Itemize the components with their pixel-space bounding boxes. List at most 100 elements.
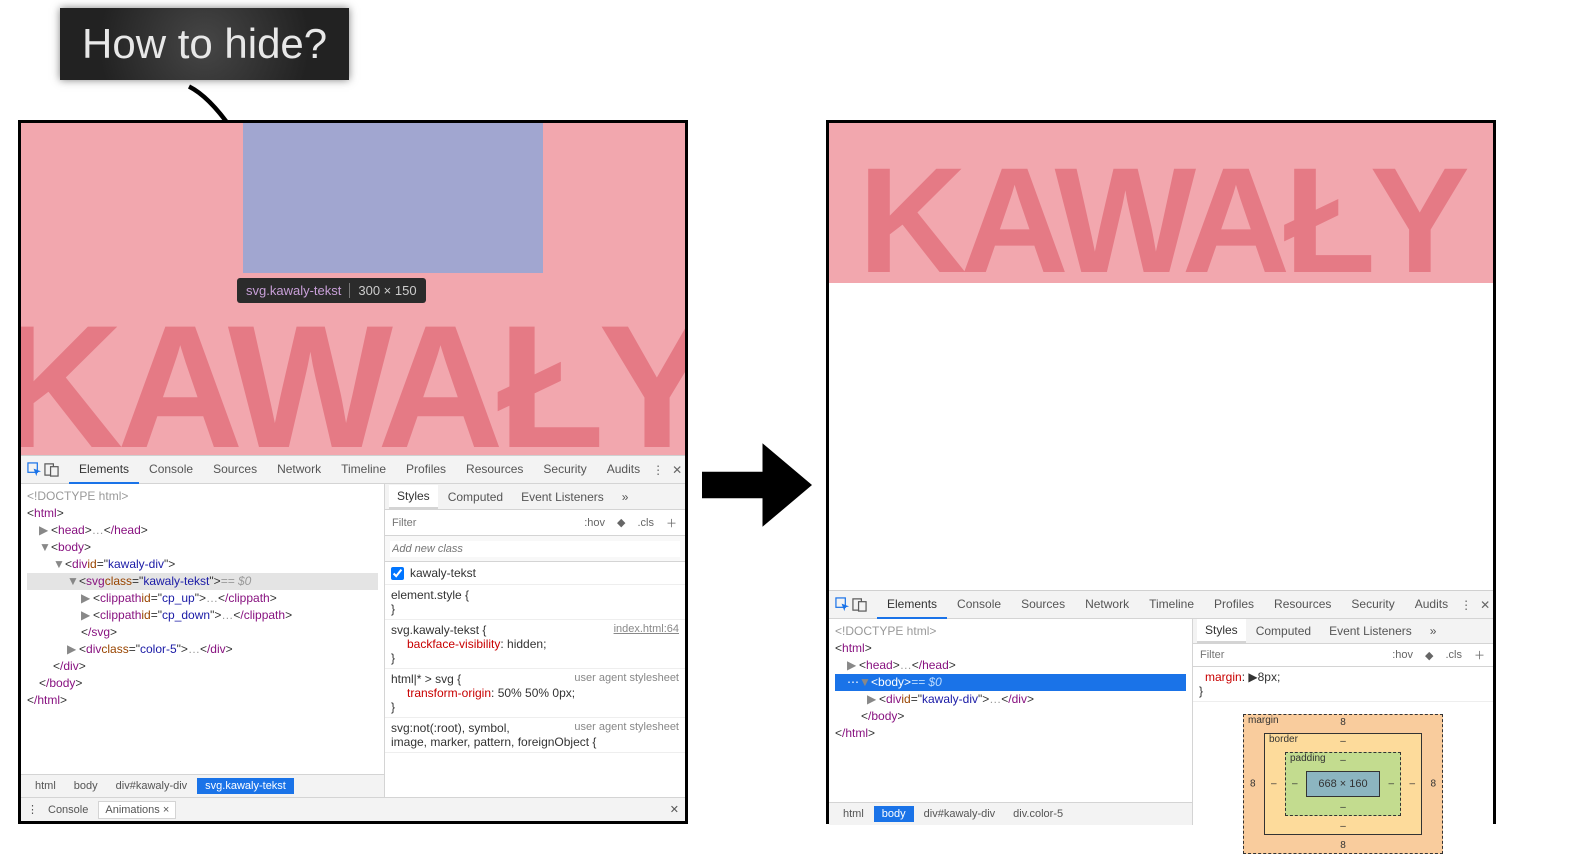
tab-network[interactable]: Network [1075,591,1139,619]
crumb[interactable]: html [835,806,872,822]
kebab-icon[interactable]: ⋮ [1460,598,1472,612]
screenshot-after: KAWAŁY Elements Console Sources Network … [826,120,1496,824]
inspect-icon[interactable] [27,461,42,479]
cls-button[interactable]: .cls [635,517,658,529]
tab-elements[interactable]: Elements [877,591,947,619]
expander-icon[interactable]: ▶ [81,607,93,624]
dom-selected-line[interactable]: ▼<svg class="kawaly-tekst"> == $0 [27,573,378,590]
tab-audits[interactable]: Audits [597,456,650,484]
styles-tab-listeners[interactable]: Event Listeners [513,486,612,508]
drawer-tab-animations[interactable]: Animations × [98,801,176,819]
devtools-header: Elements Console Sources Network Timelin… [829,591,1493,619]
devtools-drawer: ⋮ Console Animations × ✕ [21,797,685,821]
page-whitespace [829,283,1493,590]
expander-icon[interactable]: ▶ [67,641,79,658]
expander-icon[interactable]: ▶ [847,657,859,674]
styles-pane: Styles Computed Event Listeners » :hov ◆… [1193,619,1493,825]
tab-console[interactable]: Console [947,591,1011,619]
device-toggle-icon[interactable] [852,596,867,614]
expander-icon[interactable]: ▼ [859,674,871,691]
crumb[interactable]: html [27,778,64,794]
drawer-tab-console[interactable]: Console [48,804,88,816]
tab-security[interactable]: Security [1341,591,1404,619]
device-toggle-icon[interactable] [44,461,59,479]
tag-icon[interactable]: ◆ [614,516,628,529]
dom-selected-line[interactable]: ⋯▼<body> == $0 [835,674,1186,691]
breadcrumb: html body div#kawaly-div svg.kawaly-teks… [21,774,384,797]
kebab-icon[interactable]: ⋮ [652,463,664,477]
expander-icon[interactable]: ▼ [53,556,65,573]
screenshot-before: KAWAŁY svg.kawaly-tekst 300 × 150 Elemen… [18,120,688,824]
expander-icon[interactable]: ▼ [39,539,51,556]
expander-icon[interactable]: ▶ [81,590,93,607]
tab-timeline[interactable]: Timeline [331,456,396,484]
styles-tab-styles[interactable]: Styles [389,485,438,509]
close-devtools-icon[interactable]: ✕ [672,463,682,477]
expander-icon[interactable]: ▶ [39,522,51,539]
close-drawer-icon[interactable]: ✕ [670,803,679,816]
tooltip-dimensions: 300 × 150 [349,283,416,298]
hov-button[interactable]: :hov [581,517,608,529]
tag-icon[interactable]: ◆ [1422,649,1436,662]
add-rule-icon[interactable]: ＋ [663,515,680,531]
tooltip-selector: svg.kawaly-tekst [246,283,341,298]
source-link[interactable]: index.html:64 [614,623,679,635]
tab-network[interactable]: Network [267,456,331,484]
crumb[interactable]: div#kawaly-div [108,778,196,794]
expander-icon[interactable]: ▼ [67,573,79,590]
styles-tab-computed[interactable]: Computed [1248,620,1319,642]
element-tooltip: svg.kawaly-tekst 300 × 150 [237,278,426,303]
banner-text: KAWAŁY [21,300,685,455]
tab-sources[interactable]: Sources [203,456,267,484]
close-devtools-icon[interactable]: ✕ [1480,598,1490,612]
styles-tab-computed[interactable]: Computed [440,486,511,508]
add-class-input[interactable] [390,541,680,557]
dom-tree[interactable]: <!DOCTYPE html> <html> ▶<head>…</head> ⋯… [829,619,1192,802]
crumb-active[interactable]: svg.kawaly-tekst [197,778,294,794]
styles-pane: Styles Computed Event Listeners » :hov ◆… [385,484,685,797]
crumb[interactable]: body [66,778,106,794]
expander-icon[interactable]: ▶ [867,691,879,708]
tab-console[interactable]: Console [139,456,203,484]
crumb-active[interactable]: body [874,806,914,822]
tab-elements[interactable]: Elements [69,456,139,484]
class-name: kawaly-tekst [410,566,476,580]
drawer-kebab-icon[interactable]: ⋮ [27,803,38,816]
tab-resources[interactable]: Resources [456,456,533,484]
class-checkbox[interactable] [391,567,404,580]
styles-tab-styles[interactable]: Styles [1197,619,1246,643]
styles-filter-input[interactable] [1198,647,1383,663]
hov-button[interactable]: :hov [1389,649,1416,661]
more-icon[interactable]: » [1422,620,1445,642]
styles-tab-listeners[interactable]: Event Listeners [1321,620,1420,642]
devtools: Elements Console Sources Network Timelin… [21,455,685,821]
breadcrumb: html body div#kawaly-div div.color-5 [829,802,1192,825]
page-render-area: KAWAŁY svg.kawaly-tekst 300 × 150 [21,123,685,455]
page-render-area: KAWAŁY [829,123,1493,283]
devtools: Elements Console Sources Network Timelin… [829,590,1493,825]
styles-filter-input[interactable] [390,515,575,531]
tab-profiles[interactable]: Profiles [396,456,456,484]
crumb[interactable]: div#kawaly-div [916,806,1004,822]
dom-doctype: <!DOCTYPE html> [27,488,128,505]
dom-pane: <!DOCTYPE html> <html> ▶<head>…</head> ⋯… [829,619,1193,825]
cls-button[interactable]: .cls [1443,649,1466,661]
tab-sources[interactable]: Sources [1011,591,1075,619]
tab-security[interactable]: Security [533,456,596,484]
tab-resources[interactable]: Resources [1264,591,1341,619]
transition-arrow-icon [702,430,812,540]
dom-tree[interactable]: <!DOCTYPE html> <html> ▶<head>…</head> ▼… [21,484,384,774]
tab-timeline[interactable]: Timeline [1139,591,1204,619]
more-icon[interactable]: » [614,486,637,508]
class-toggle-row[interactable]: kawaly-tekst [385,562,685,585]
devtools-header: Elements Console Sources Network Timelin… [21,456,685,484]
tab-audits[interactable]: Audits [1405,591,1458,619]
add-rule-icon[interactable]: ＋ [1471,647,1488,663]
box-model[interactable]: margin 8 8 8 8 border – – – – [1193,702,1493,866]
crumb[interactable]: div.color-5 [1005,806,1071,822]
box-model-content: 668 × 160 [1306,771,1380,797]
inspect-icon[interactable] [835,596,850,614]
tab-profiles[interactable]: Profiles [1204,591,1264,619]
annotation-text: How to hide? [82,20,327,67]
devtools-tabs: Elements Console Sources Network Timelin… [69,456,650,484]
